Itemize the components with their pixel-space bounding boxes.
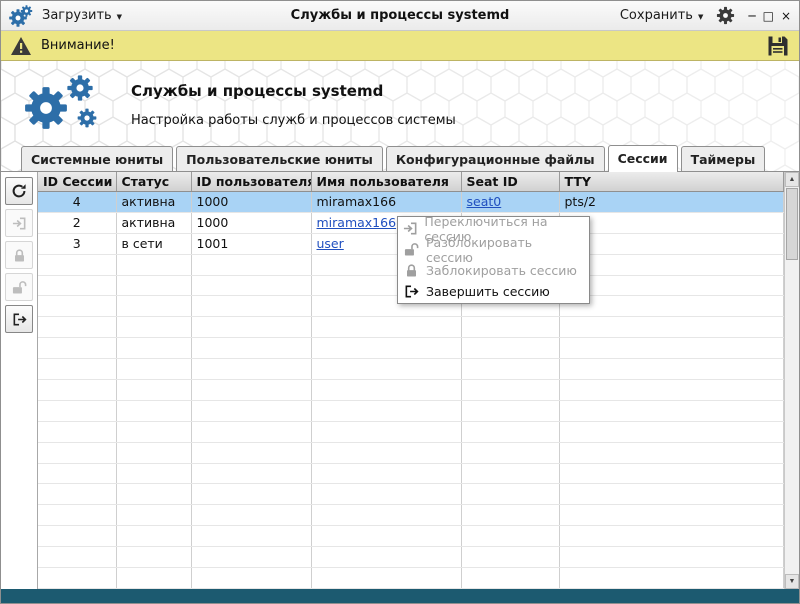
refresh-button[interactable]	[5, 177, 33, 205]
lock-session-button[interactable]	[5, 241, 33, 269]
scroll-up-icon: ▲	[788, 176, 796, 183]
titlebar: Службы и процессы systemd Загрузить ▼ Со…	[1, 1, 799, 31]
lock-icon	[12, 248, 27, 263]
menu-item-label: Разблокировать сессию	[426, 234, 533, 265]
column-header-seat_id[interactable]: Seat ID	[461, 172, 560, 192]
table-row-empty[interactable]	[38, 400, 784, 422]
chevron-down-icon: ▼	[697, 12, 704, 21]
vertical-scrollbar[interactable]: ▲ ▼	[784, 172, 799, 589]
app-window: Службы и процессы systemd Загрузить ▼ Со…	[0, 0, 800, 604]
page-title: Службы и процессы systemd	[131, 82, 384, 100]
bottom-status-bar	[1, 589, 799, 603]
column-header-session_id[interactable]: ID Сессии	[38, 172, 117, 192]
tab-sessions[interactable]: Сессии	[607, 145, 678, 172]
tab-config-files[interactable]: Конфигурационные файлы	[385, 146, 605, 171]
save-dropdown-label: Сохранить	[619, 8, 693, 23]
table-row-empty[interactable]	[38, 525, 784, 548]
enter-session-icon	[403, 221, 418, 236]
cell-link-username[interactable]: user	[317, 236, 344, 251]
column-header-username[interactable]: Имя пользователя	[311, 172, 462, 192]
exit-icon	[403, 284, 420, 299]
menu-item-lock-session[interactable]: Заблокировать сессию	[399, 260, 588, 281]
close-button[interactable]: ×	[781, 10, 791, 22]
scrollbar-track[interactable]	[785, 261, 799, 574]
menu-item-label: Заблокировать сессию	[426, 263, 577, 278]
window-controls: ─ □ ×	[748, 10, 791, 22]
scroll-up-button[interactable]: ▲	[785, 172, 799, 187]
save-file-button[interactable]	[766, 34, 790, 58]
menu-item-terminate-session[interactable]: Завершить сессию	[399, 281, 588, 302]
exit-icon	[12, 312, 27, 327]
table-row-empty[interactable]	[38, 358, 784, 381]
floppy-save-icon	[766, 34, 790, 58]
scroll-down-icon: ▼	[788, 578, 796, 585]
unlock-icon	[403, 242, 420, 257]
session-toolbar	[1, 172, 37, 589]
column-header-status[interactable]: Статус	[116, 172, 192, 192]
tab-system-units[interactable]: Системные юниты	[21, 146, 174, 171]
settings-gear-icon[interactable]	[716, 6, 735, 25]
table-row-empty[interactable]	[38, 421, 784, 443]
table-row-empty[interactable]	[38, 483, 784, 506]
table-row-empty[interactable]	[38, 337, 784, 360]
tab-bar: Системные юниты Пользовательские юниты Кон…	[21, 145, 766, 172]
table-row-empty[interactable]	[38, 463, 784, 485]
cell-link-username[interactable]: miramax166	[317, 215, 397, 230]
load-dropdown-label: Загрузить	[42, 8, 112, 23]
menu-item-unlock-session[interactable]: Разблокировать сессию	[399, 235, 588, 265]
load-dropdown[interactable]: Загрузить ▼	[42, 8, 122, 23]
table-row-empty[interactable]	[38, 567, 784, 589]
table-row-empty[interactable]	[38, 379, 784, 401]
unlock-icon	[11, 280, 28, 295]
enter-session-icon	[12, 216, 27, 231]
table-row-empty[interactable]	[38, 546, 784, 569]
table-header-row: ID Сессии Статус ID пользователя Имя пользо…	[38, 172, 784, 192]
scrollbar-thumb[interactable]	[786, 188, 798, 260]
switch-to-session-button[interactable]	[5, 209, 33, 237]
tab-user-units[interactable]: Пользовательские юниты	[176, 146, 383, 171]
warning-bar: Внимание!	[1, 31, 799, 61]
maximize-button[interactable]: □	[763, 10, 774, 22]
scroll-down-button[interactable]: ▼	[785, 574, 799, 589]
gears-logo-icon	[19, 73, 105, 135]
refresh-icon	[11, 183, 27, 199]
warning-triangle-icon	[10, 36, 32, 56]
chevron-down-icon: ▼	[116, 12, 123, 21]
lock-icon	[403, 263, 420, 278]
table-row-empty[interactable]	[38, 442, 784, 464]
tab-timers[interactable]: Таймеры	[680, 146, 766, 171]
unlock-session-button[interactable]	[5, 273, 33, 301]
menu-item-label: Завершить сессию	[426, 284, 550, 299]
save-dropdown[interactable]: Сохранить ▼	[620, 8, 704, 23]
table-row-empty[interactable]	[38, 504, 784, 527]
context-menu: Переключиться на сессию Разблокировать се…	[397, 214, 590, 304]
column-header-tty[interactable]: TTY	[559, 172, 784, 192]
page-subtitle: Настройка работы служб и процессов систе…	[131, 113, 456, 128]
app-gears-icon	[9, 4, 33, 28]
warning-text: Внимание!	[41, 38, 115, 53]
header-zone: Службы и процессы systemd Настройка рабо…	[1, 61, 799, 172]
column-header-user_id[interactable]: ID пользователя	[191, 172, 312, 192]
table-row-empty[interactable]	[38, 316, 784, 339]
cell-link-seat_id[interactable]: seat0	[467, 194, 502, 209]
table-row[interactable]: 4 активна 1000 miramax166 seat0 pts/2	[38, 191, 784, 213]
minimize-button[interactable]: ─	[748, 10, 755, 22]
terminate-session-button[interactable]	[5, 305, 33, 333]
